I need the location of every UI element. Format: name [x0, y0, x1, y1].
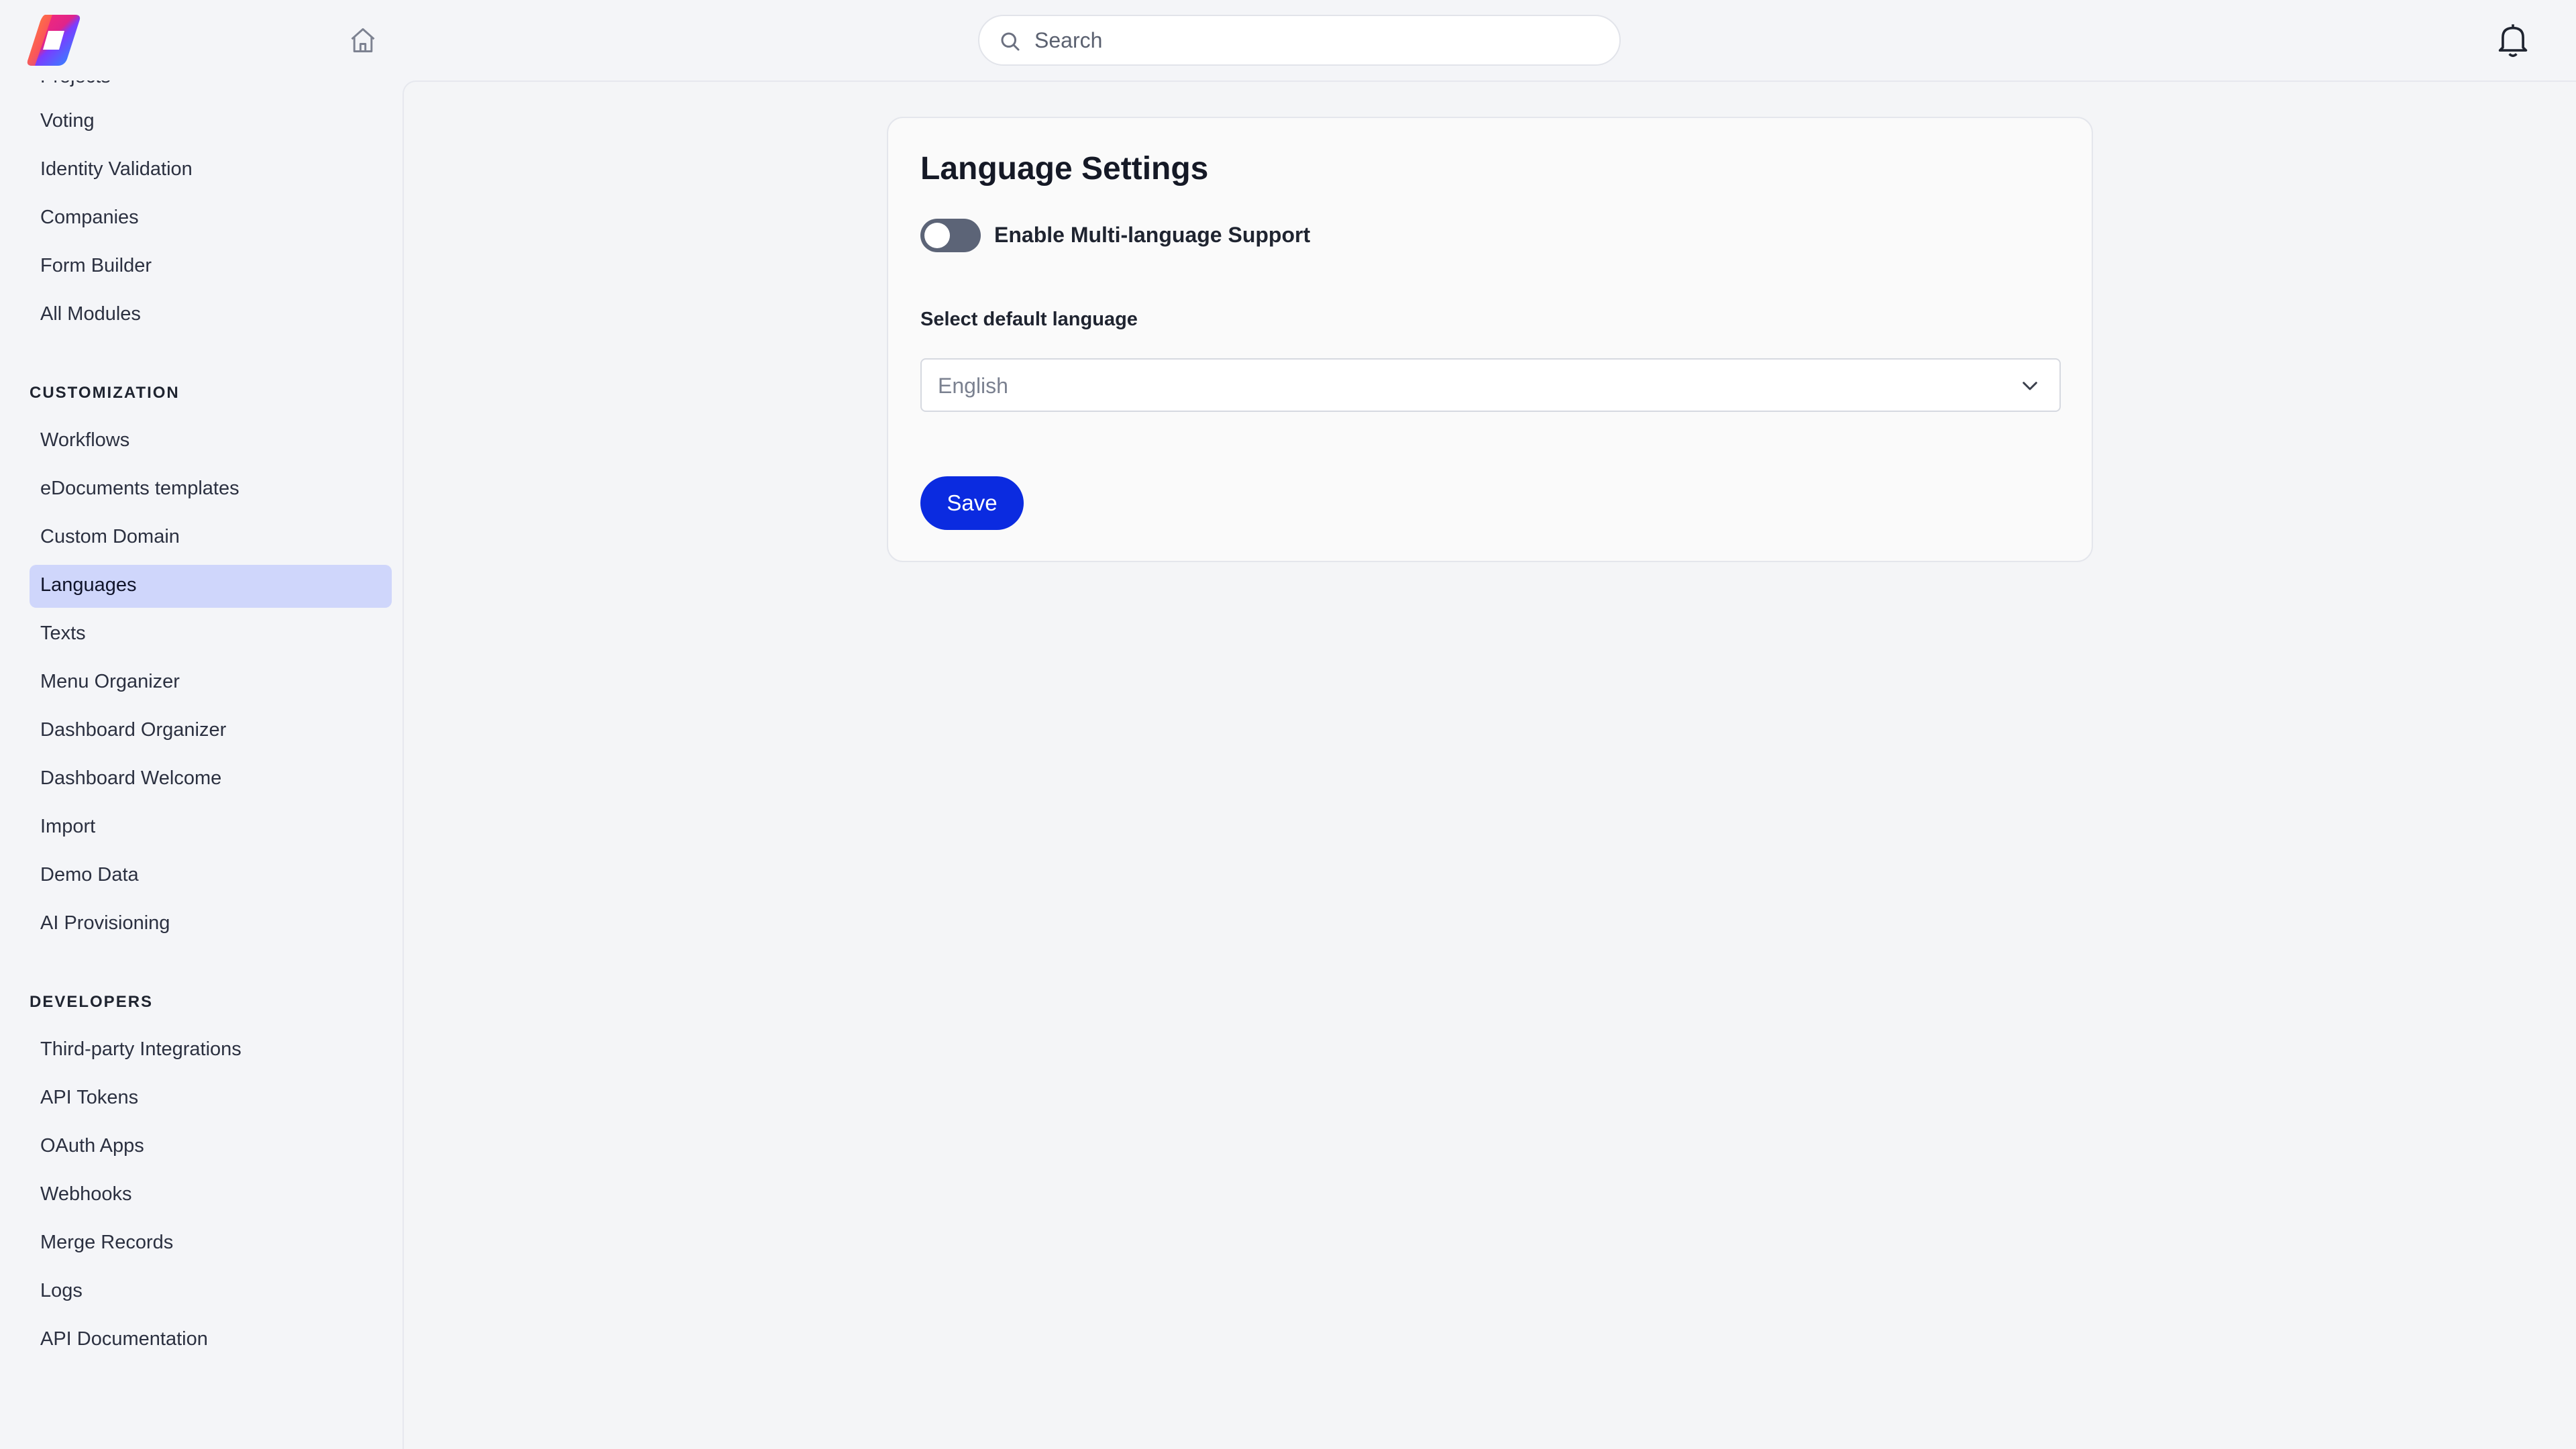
- sidebar-item-api-tokens[interactable]: API Tokens: [30, 1077, 392, 1120]
- sidebar-item-label: Logs: [40, 1280, 83, 1301]
- sidebar-item-label: Workflows: [40, 429, 130, 451]
- save-button[interactable]: Save: [920, 476, 1024, 530]
- sidebar: Projects Voting Identity Validation Comp…: [0, 80, 402, 1449]
- sidebar-item-label: eDocuments templates: [40, 478, 239, 499]
- sidebar-item-webhooks[interactable]: Webhooks: [30, 1174, 392, 1217]
- section-heading-customization: CUSTOMIZATION: [30, 384, 180, 402]
- sidebar-item-oauth-apps[interactable]: OAuth Apps: [30, 1126, 392, 1169]
- sidebar-item-label: Webhooks: [40, 1183, 132, 1205]
- select-value: English: [938, 374, 1008, 398]
- sidebar-item-label: Custom Domain: [40, 526, 180, 547]
- sidebar-item-label: Demo Data: [40, 864, 139, 885]
- sidebar-item-menu-organizer[interactable]: Menu Organizer: [30, 661, 392, 704]
- sidebar-item-import[interactable]: Import: [30, 806, 392, 849]
- sidebar-item-label: API Tokens: [40, 1087, 139, 1108]
- sidebar-item-api-documentation[interactable]: API Documentation: [30, 1319, 392, 1362]
- sidebar-item-projects[interactable]: Projects: [40, 80, 111, 88]
- section-heading-developers: DEVELOPERS: [30, 993, 154, 1011]
- sidebar-item-merge-records[interactable]: Merge Records: [30, 1222, 392, 1265]
- search-icon: [1001, 32, 1020, 51]
- default-language-select[interactable]: English: [920, 358, 2061, 412]
- sidebar-item-label: Dashboard Organizer: [40, 719, 227, 741]
- bell-icon[interactable]: [2496, 21, 2530, 59]
- sidebar-item-label: Merge Records: [40, 1232, 174, 1253]
- search-input[interactable]: [1034, 24, 1598, 56]
- sidebar-item-demo-data[interactable]: Demo Data: [30, 855, 392, 898]
- sidebar-item-dashboard-organizer[interactable]: Dashboard Organizer: [30, 710, 392, 753]
- toggle-label: Enable Multi-language Support: [994, 223, 1311, 247]
- sidebar-item-languages[interactable]: Languages: [30, 565, 392, 608]
- sidebar-item-workflows[interactable]: Workflows: [30, 420, 392, 463]
- sidebar-item-edocuments-templates[interactable]: eDocuments templates: [30, 468, 392, 511]
- sidebar-item-label: Menu Organizer: [40, 671, 180, 692]
- home-icon[interactable]: [348, 25, 378, 55]
- sidebar-item-companies[interactable]: Companies: [30, 197, 392, 240]
- sidebar-item-label: Identity Validation: [40, 158, 193, 180]
- sidebar-item-voting[interactable]: Voting: [30, 101, 392, 144]
- default-language-label: Select default language: [920, 309, 1138, 330]
- sidebar-item-label: Dashboard Welcome: [40, 767, 222, 789]
- sidebar-item-ai-provisioning[interactable]: AI Provisioning: [30, 903, 392, 946]
- app-logo[interactable]: [25, 15, 82, 66]
- sidebar-item-texts[interactable]: Texts: [30, 613, 392, 656]
- sidebar-item-third-party-integrations[interactable]: Third-party Integrations: [30, 1029, 392, 1072]
- sidebar-item-label: Languages: [40, 574, 137, 596]
- sidebar-item-dashboard-welcome[interactable]: Dashboard Welcome: [30, 758, 392, 801]
- sidebar-item-label: Companies: [40, 207, 139, 228]
- sidebar-item-label: API Documentation: [40, 1328, 208, 1350]
- toggle-knob: [924, 223, 950, 248]
- sidebar-item-custom-domain[interactable]: Custom Domain: [30, 517, 392, 559]
- sidebar-item-label: Import: [40, 816, 96, 837]
- top-bar: [0, 0, 2576, 80]
- sidebar-item-all-modules[interactable]: All Modules: [30, 294, 392, 337]
- sidebar-item-label: Form Builder: [40, 255, 152, 276]
- sidebar-item-label: Third-party Integrations: [40, 1038, 241, 1060]
- language-settings-card: Language Settings Enable Multi-language …: [887, 117, 2093, 562]
- sidebar-item-label: Voting: [40, 110, 95, 131]
- sidebar-item-form-builder[interactable]: Form Builder: [30, 246, 392, 288]
- sidebar-item-identity-validation[interactable]: Identity Validation: [30, 149, 392, 192]
- multi-language-toggle[interactable]: [920, 219, 981, 252]
- card-title: Language Settings: [920, 151, 1209, 186]
- sidebar-item-label: Texts: [40, 623, 86, 644]
- search-box[interactable]: [978, 15, 1621, 66]
- chevron-down-icon: [2023, 382, 2037, 390]
- sidebar-item-logs[interactable]: Logs: [30, 1271, 392, 1313]
- sidebar-item-label: AI Provisioning: [40, 912, 170, 934]
- sidebar-item-label: OAuth Apps: [40, 1135, 144, 1157]
- main-content: Language Settings Enable Multi-language …: [402, 80, 2576, 1449]
- sidebar-item-label: All Modules: [40, 303, 141, 325]
